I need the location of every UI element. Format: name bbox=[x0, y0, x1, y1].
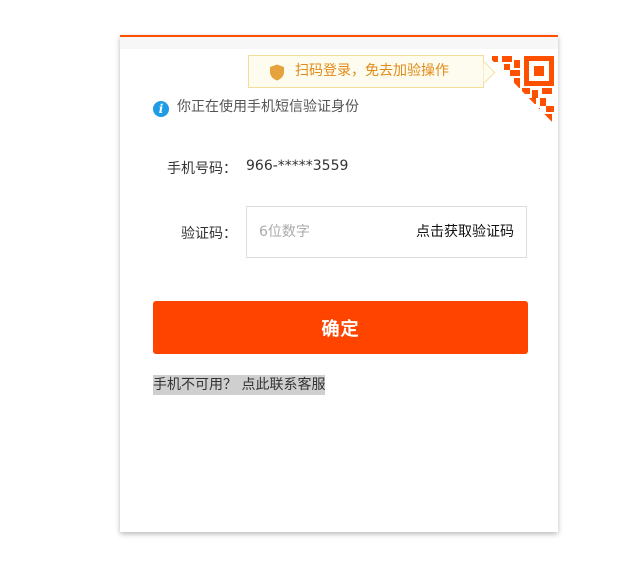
get-code-button[interactable]: 点击获取验证码 bbox=[416, 221, 514, 243]
qr-code-icon[interactable] bbox=[486, 54, 556, 126]
code-field-box: 点击获取验证码 bbox=[246, 206, 527, 258]
code-label: 验证码： bbox=[181, 226, 237, 242]
phone-value: 966-*****3559 bbox=[246, 158, 349, 174]
info-line: i 你正在使用手机短信验证身份 bbox=[153, 97, 359, 117]
code-input[interactable] bbox=[259, 221, 399, 243]
confirm-button[interactable]: 确定 bbox=[153, 301, 528, 354]
page: 扫码登录，免去加验操作 i 你正在使用手机短信验证身份 手机号码： 966-**… bbox=[0, 0, 637, 564]
card-top-band bbox=[120, 37, 558, 49]
phone-label: 手机号码： bbox=[167, 161, 237, 177]
qr-login-tooltip: 扫码登录，免去加验操作 bbox=[248, 55, 484, 88]
tooltip-text: 扫码登录，免去加验操作 bbox=[295, 63, 449, 79]
verification-card: 扫码登录，免去加验操作 i 你正在使用手机短信验证身份 手机号码： 966-**… bbox=[120, 35, 558, 532]
info-icon: i bbox=[153, 101, 169, 117]
contact-support-link[interactable]: 手机不可用？ 点此联系客服 bbox=[153, 375, 326, 395]
shield-icon bbox=[270, 64, 284, 81]
info-text: 你正在使用手机短信验证身份 bbox=[177, 99, 359, 115]
